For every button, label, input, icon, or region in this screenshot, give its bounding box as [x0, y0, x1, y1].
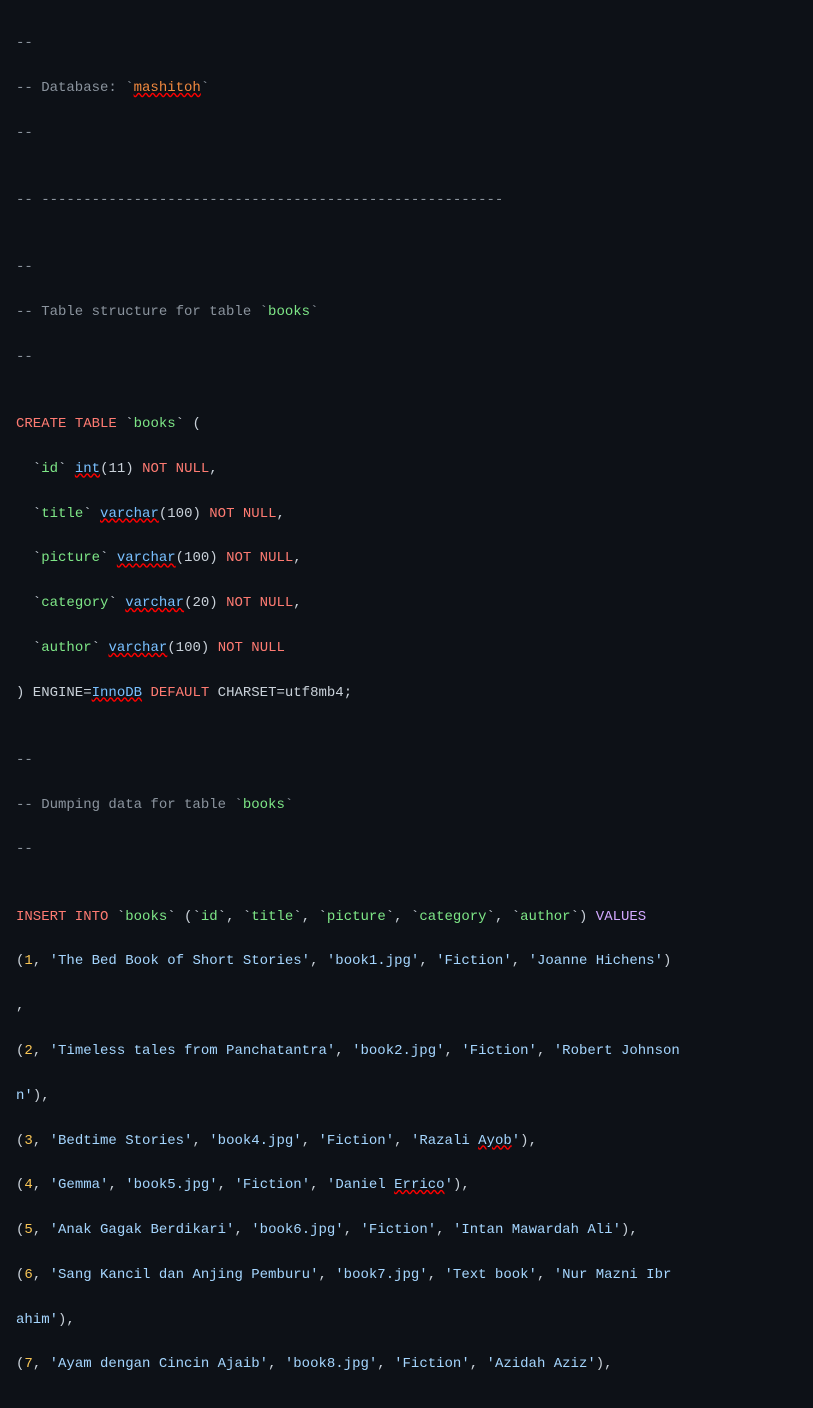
code-line: (3, 'Bedtime Stories', 'book4.jpg', 'Fic… [16, 1130, 797, 1152]
code-line: -- [16, 32, 797, 54]
code-line: -- [16, 346, 797, 368]
code-line: (1, 'The Bed Book of Short Stories', 'bo… [16, 950, 797, 972]
code-line: `author` varchar(100) NOT NULL [16, 637, 797, 659]
code-line: ahim'), [16, 1309, 797, 1331]
code-line: INSERT INTO `books` (`id`, `title`, `pic… [16, 906, 797, 928]
code-line: (7, 'Ayam dengan Cincin Ajaib', 'book8.j… [16, 1353, 797, 1375]
code-line: (4, 'Gemma', 'book5.jpg', 'Fiction', 'Da… [16, 1174, 797, 1196]
code-line: -- [16, 122, 797, 144]
code-line: `title` varchar(100) NOT NULL, [16, 503, 797, 525]
code-line: -- Database: `mashitoh` [16, 77, 797, 99]
code-line: (2, 'Timeless tales from Panchatantra', … [16, 1040, 797, 1062]
code-line: n'), [16, 1085, 797, 1107]
code-line: -- Table structure for table `books` [16, 301, 797, 323]
code-line: -- [16, 838, 797, 860]
code-line: -- [16, 256, 797, 278]
code-line: `id` int(11) NOT NULL, [16, 458, 797, 480]
code-line: `category` varchar(20) NOT NULL, [16, 592, 797, 614]
code-line: -- Dumping data for table `books` [16, 794, 797, 816]
code-editor: -- -- Database: `mashitoh` -- -- -------… [0, 0, 813, 1408]
code-line: (5, 'Anak Gagak Berdikari', 'book6.jpg',… [16, 1219, 797, 1241]
code-line: -- -------------------------------------… [16, 189, 797, 211]
code-line: CREATE TABLE `books` ( [16, 413, 797, 435]
code-line: -- [16, 749, 797, 771]
code-line: (6, 'Sang Kancil dan Anjing Pemburu', 'b… [16, 1264, 797, 1286]
code-line: ) ENGINE=InnoDB DEFAULT CHARSET=utf8mb4; [16, 682, 797, 704]
code-line: , [16, 995, 797, 1017]
code-line: `picture` varchar(100) NOT NULL, [16, 547, 797, 569]
